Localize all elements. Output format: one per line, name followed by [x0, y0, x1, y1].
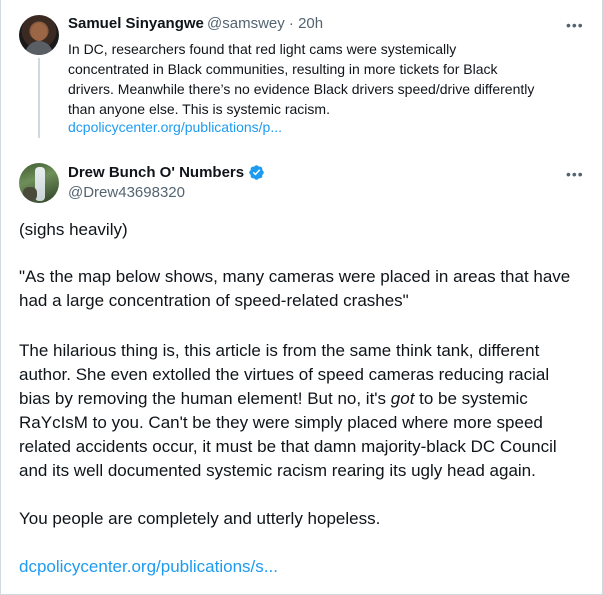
main-link[interactable]: dcpolicycenter.org/publications/s...: [19, 555, 278, 579]
text-line: had a large concentration of speed-relat…: [19, 291, 409, 310]
emphasis-text: got: [390, 389, 415, 408]
text-line: and its well documented systemic racism …: [19, 461, 536, 480]
parent-text-line: drivers. Meanwhile there’s no evidence B…: [68, 81, 535, 97]
text-segment: to be systemic: [414, 389, 528, 408]
tweet-paragraph: The hilarious thing is, this article is …: [19, 339, 594, 483]
parent-handle-time: @samswey · 20h: [207, 15, 323, 32]
avatar-body: [25, 41, 53, 55]
text-line: The hilarious thing is, this article is …: [19, 341, 540, 360]
tweet-paragraph: (sighs heavily): [19, 220, 128, 239]
text-line: "As the map below shows, many cameras we…: [19, 267, 571, 286]
parent-text-line: than anyone else. This is systemic racis…: [68, 101, 330, 117]
thread-connector-line: [38, 58, 40, 138]
avatar[interactable]: [19, 163, 59, 203]
verified-badge-icon[interactable]: [248, 164, 265, 181]
parent-display-name[interactable]: Samuel Sinyangwe: [68, 15, 204, 32]
parent-tweet-text: In DC, researchers found that red light …: [68, 39, 588, 119]
parent-link[interactable]: dcpolicycenter.org/publications/p...: [68, 119, 282, 135]
text-line: related accidents occur, it must be that…: [19, 437, 557, 456]
parent-text-line: concentrated in Black communities, resul…: [68, 61, 498, 77]
separator-dot: ·: [288, 15, 294, 32]
tweet-paragraph: You people are completely and utterly ho…: [19, 509, 381, 528]
text-line: RaYcIsM to you. Can't be they were simpl…: [19, 413, 543, 432]
text-line: bias by removing the human element! But …: [19, 387, 594, 411]
more-icon[interactable]: •••: [566, 166, 584, 182]
main-handle[interactable]: @Drew43698320: [68, 184, 185, 201]
tweet-thread: Samuel Sinyangwe @samswey · 20h ••• In D…: [0, 0, 603, 595]
text-line: author. She even extolled the virtues of…: [19, 365, 550, 384]
parent-text-line: In DC, researchers found that red light …: [68, 41, 457, 57]
avatar[interactable]: [19, 15, 59, 55]
text-segment: bias by removing the human element! But …: [19, 389, 391, 408]
parent-handle[interactable]: @samswey: [207, 15, 285, 32]
avatar-face: [31, 23, 47, 41]
main-display-name-row: Drew Bunch O' Numbers: [68, 164, 265, 181]
more-icon[interactable]: •••: [566, 17, 584, 33]
parent-timestamp[interactable]: 20h: [298, 15, 323, 32]
rock-graphic: [23, 187, 37, 201]
tweet-paragraph: "As the map below shows, many cameras we…: [19, 265, 589, 313]
main-display-name[interactable]: Drew Bunch O' Numbers: [68, 164, 244, 181]
